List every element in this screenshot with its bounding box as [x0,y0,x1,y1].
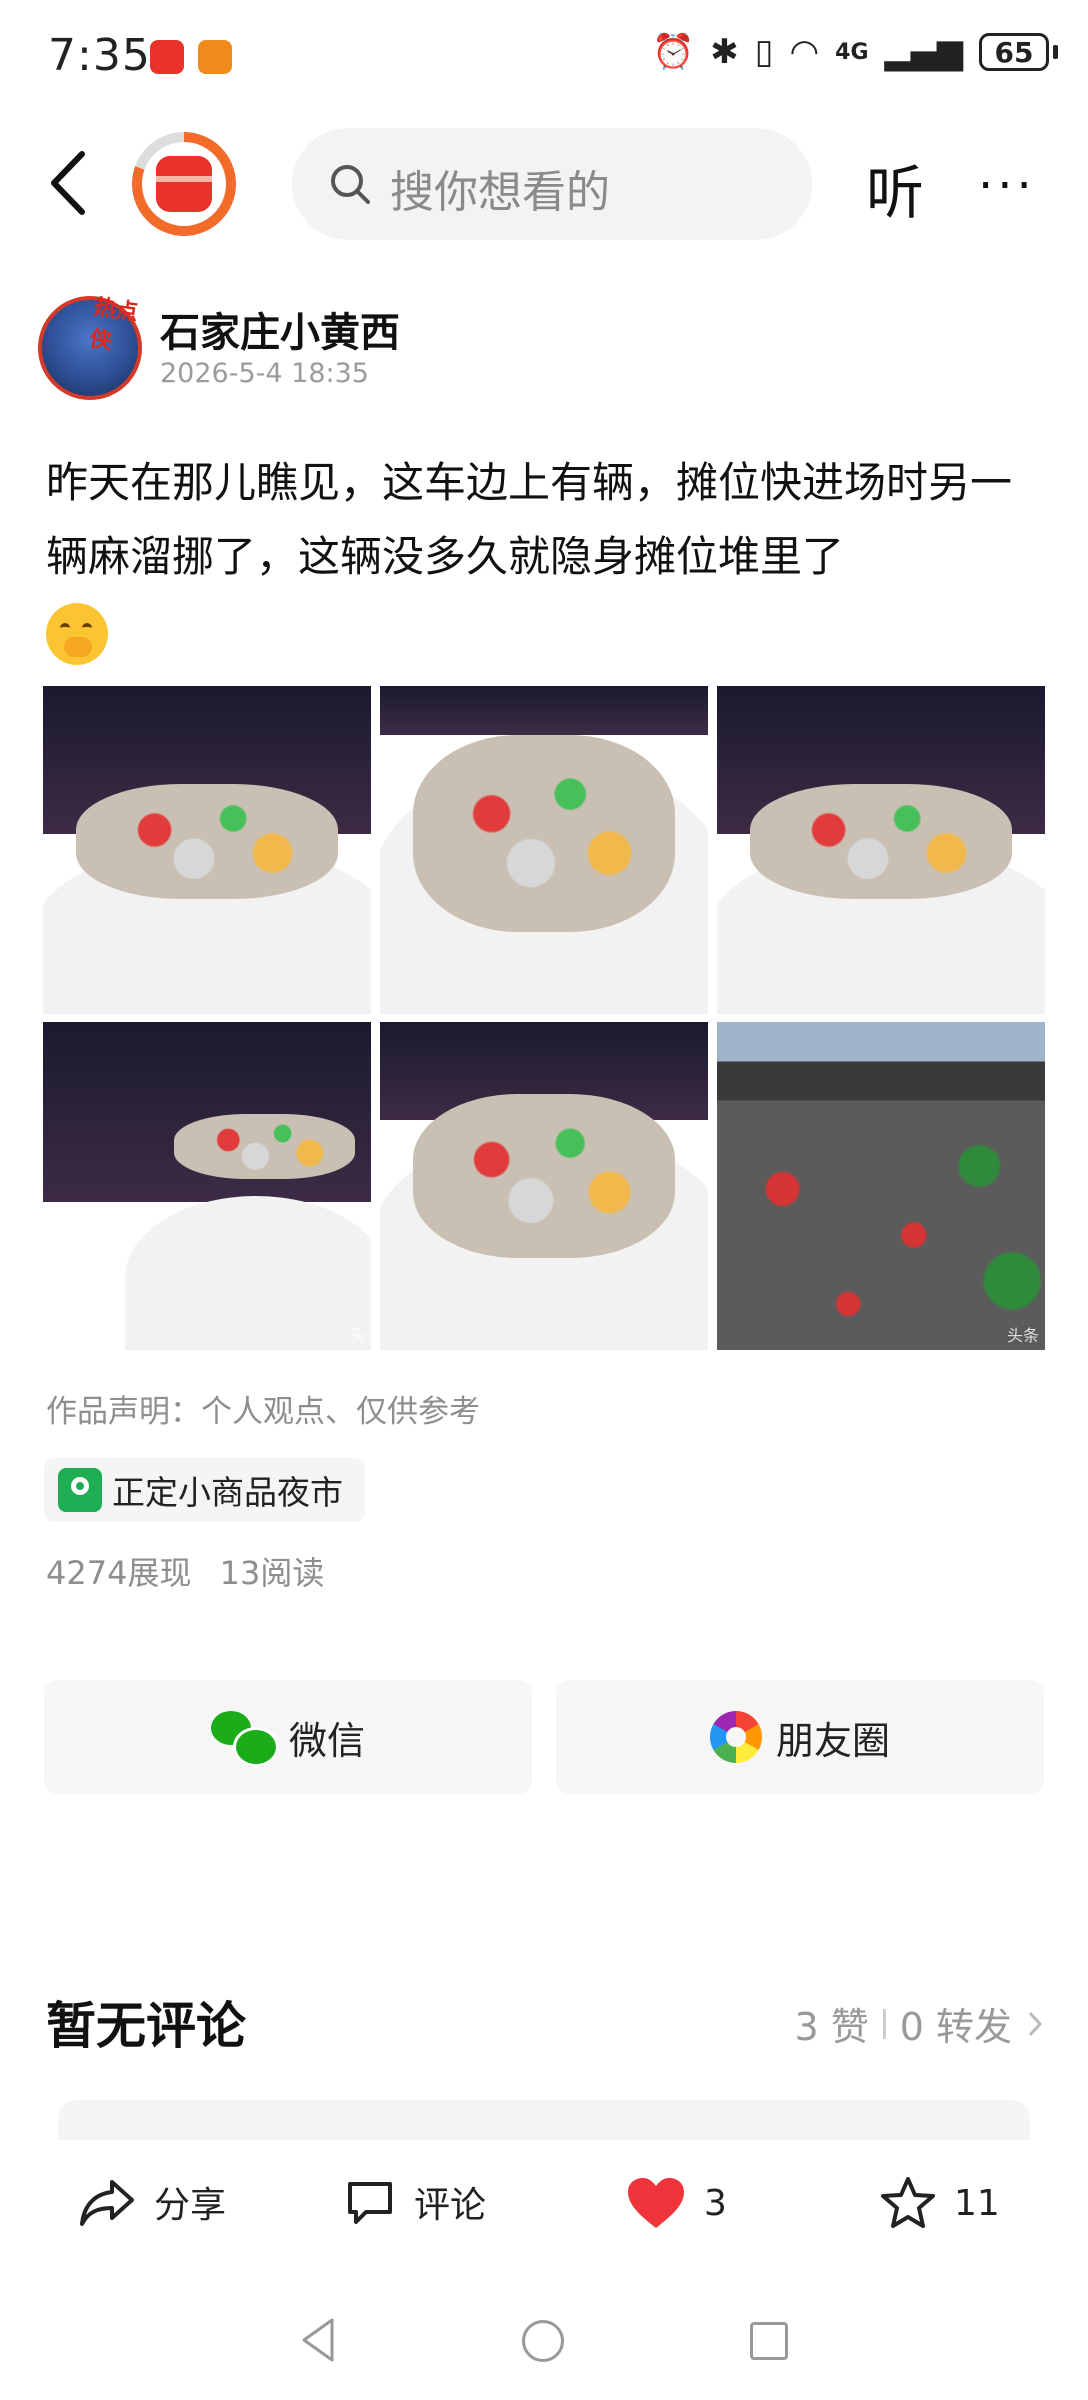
comments-heading: 暂无评论 [46,1997,246,2055]
author-avatar[interactable]: 热点侠 [38,295,142,400]
post-image-1[interactable] [43,686,371,1014]
app-logo[interactable] [132,132,236,236]
reposts-summary: 0 转发 [899,2005,1012,2049]
star-icon [881,2177,935,2228]
comment-bubble-icon [348,2182,392,2224]
image-grid: 头 头条 [43,686,1045,1350]
vibrate-icon: ▯ [754,32,774,72]
favorite-count: 11 [954,2182,1000,2224]
share-arrow-icon [80,2180,134,2226]
read-count: 13阅读 [219,1554,325,1592]
heart-icon [628,2178,684,2228]
status-time: 7:35 [48,30,151,81]
search-placeholder: 搜你想看的 [390,167,610,218]
search-bar[interactable]: 搜你想看的 [292,128,812,240]
post-image-2[interactable] [380,686,708,1014]
post-image-5[interactable] [380,1022,708,1350]
moments-label: 朋友圈 [775,1718,890,1763]
network-type: 4G [835,39,869,65]
work-disclaimer: 作品声明：个人观点、仅供参考 [46,1394,480,1430]
post-body: 昨天在那儿瞧见，这车边上有辆，摊位快进场时另一辆麻溜挪了，这辆没多久就隐身摊位堆… [46,458,1013,581]
wechat-icon [210,1711,279,1767]
chevron-left-icon [51,151,85,215]
battery-indicator: 65 [979,33,1049,71]
favorite-button[interactable]: 11 [880,2176,1000,2230]
alarm-icon: ⏰ [651,32,695,72]
post-image-3[interactable] [717,686,1045,1014]
more-menu-button[interactable]: ··· [978,158,1036,214]
comment-label: 评论 [414,2185,487,2226]
battery-cap [1053,45,1058,59]
likes-summary: 3 赞 [794,2005,869,2049]
red-packet-icon [156,156,212,212]
nav-home-icon[interactable] [522,2320,564,2362]
location-tag[interactable]: 正定小商品夜市 [44,1458,365,1522]
huawei-app-icon [150,40,184,74]
post-text: 昨天在那儿瞧见，这车边上有辆，摊位快进场时另一辆麻溜挪了，这辆没多久就隐身摊位堆… [46,446,1046,668]
nav-back-icon[interactable] [298,2316,338,2364]
share-wechat-button[interactable]: 微信 [44,1680,532,1794]
bluetooth-icon: ✱ [710,32,739,72]
like-count: 3 [704,2182,727,2224]
listen-button[interactable]: 听 [866,146,924,230]
shy-smile-emoji-icon [46,602,108,665]
author-name[interactable]: 石家庄小黄西 [160,300,400,358]
signal-icon: ▂▄▆ [884,32,963,72]
back-button[interactable] [44,148,94,218]
post-stats: 4274展现 13阅读 [46,1548,324,1594]
share-moments-button[interactable]: 朋友圈 [556,1680,1044,1794]
moments-icon [709,1711,762,1763]
engagement-summary[interactable]: 3 赞 0 转发 [794,1996,1044,2051]
share-button[interactable]: 分享 [78,2176,226,2228]
nav-recents-icon[interactable] [750,2322,788,2360]
wechat-label: 微信 [288,1718,365,1763]
chevron-right-icon [1028,2011,1043,2036]
image-watermark: 头 [348,1326,365,1345]
wifi-icon: ◠ [789,32,820,72]
status-icons: ⏰ ✱ ▯ ◠ 4G ▂▄▆ 65 [652,32,1058,72]
location-pin-icon [58,1468,102,1512]
location-label: 正定小商品夜市 [112,1473,343,1512]
post-image-4[interactable]: 头 [43,1022,371,1350]
post-image-6[interactable]: 头条 [717,1022,1045,1350]
notification-app-icon [198,40,232,74]
share-label: 分享 [154,2185,227,2226]
comment-button[interactable]: 评论 [344,2176,486,2228]
status-bar: 7:35 ⏰ ✱ ▯ ◠ 4G ▂▄▆ 65 [0,0,1088,110]
avatar-badge: 热点侠 [87,295,140,355]
view-count: 4274展现 [46,1554,192,1592]
search-icon [331,165,370,204]
image-watermark: 头条 [1006,1326,1039,1345]
like-button[interactable]: 3 [626,2176,727,2230]
post-date: 2026-5-4 18:35 [160,358,369,389]
